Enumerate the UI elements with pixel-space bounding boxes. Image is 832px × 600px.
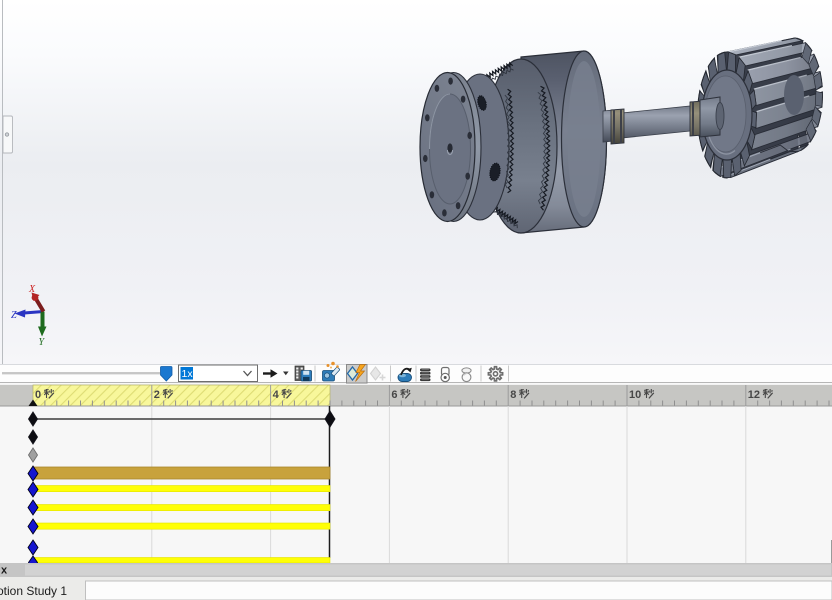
svg-text:otion Study 1: otion Study 1: [0, 584, 67, 598]
svg-text:12: 12: [748, 389, 760, 401]
svg-text:4: 4: [273, 389, 280, 401]
svg-text:10: 10: [629, 389, 641, 401]
svg-text:1x: 1x: [182, 368, 194, 380]
svg-text:0: 0: [35, 389, 41, 401]
svg-text:2: 2: [154, 389, 160, 401]
svg-text:Z: Z: [11, 310, 17, 321]
svg-text:8: 8: [510, 389, 516, 401]
svg-text:6: 6: [391, 389, 397, 401]
svg-text:x: x: [1, 565, 8, 577]
svg-text:X: X: [28, 284, 36, 295]
